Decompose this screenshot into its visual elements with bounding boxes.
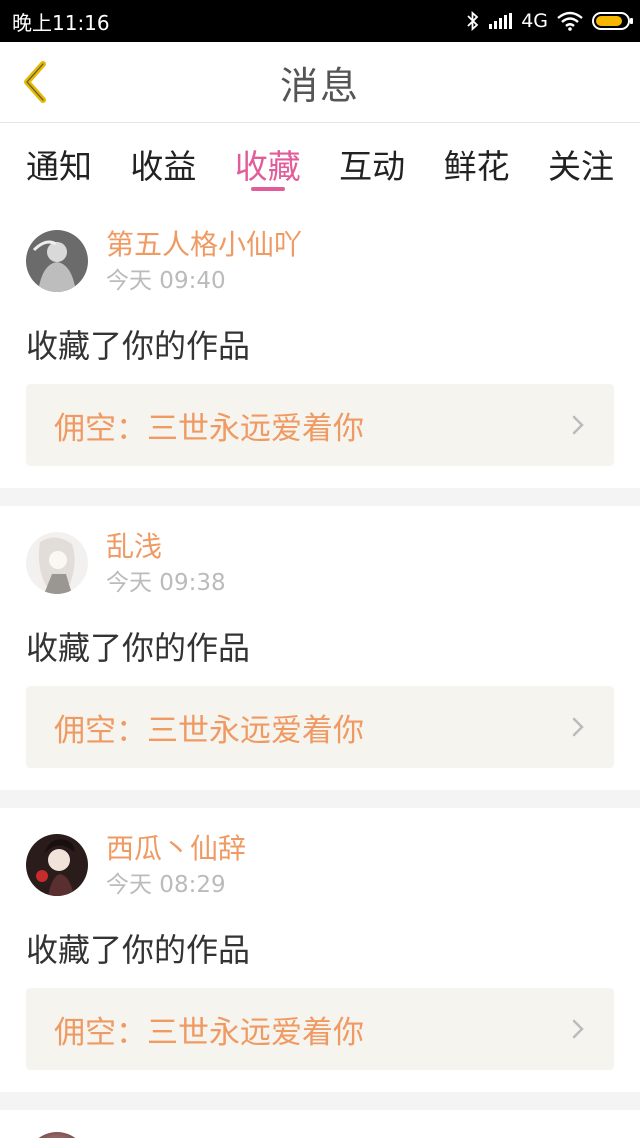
chevron-right-icon (572, 1019, 584, 1039)
tab-flowers[interactable]: 鲜花 (444, 123, 510, 205)
tab-notifications[interactable]: 通知 (26, 123, 92, 205)
chevron-left-icon (24, 61, 46, 103)
username[interactable]: 西瓜丶仙辞 (106, 830, 246, 868)
network-type: 4G (521, 10, 548, 32)
username[interactable]: 第五人格小仙吖 (106, 226, 302, 264)
battery-icon (592, 12, 633, 30)
tab-bar: 通知 收益 收藏 互动 鲜花 关注 (0, 122, 640, 204)
list-item (0, 1110, 640, 1138)
tab-earnings[interactable]: 收益 (130, 123, 196, 205)
battery-level (596, 16, 622, 26)
work-link[interactable]: 佣空：三世永远爱着你 (26, 988, 614, 1070)
title-bar: 消息 (0, 42, 640, 122)
action-text: 收藏了你的作品 (26, 931, 251, 969)
work-title: 佣空：三世永远爱着你 (54, 712, 364, 749)
list-item: 西瓜丶仙辞 今天 08:29 收藏了你的作品 佣空：三世永远爱着你 (0, 808, 640, 1092)
avatar[interactable] (26, 230, 88, 292)
message-list: 第五人格小仙吖 今天 09:40 收藏了你的作品 佣空：三世永远爱着你 乱浅 今… (0, 204, 640, 1138)
work-link[interactable]: 佣空：三世永远爱着你 (26, 384, 614, 466)
status-time: 晚上11:16 (12, 10, 110, 35)
tab-interactions[interactable]: 互动 (339, 123, 405, 205)
username[interactable]: 乱浅 (106, 528, 226, 566)
tab-follows[interactable]: 关注 (548, 123, 614, 205)
status-bar: 晚上11:16 4G (0, 0, 640, 42)
tab-favorites[interactable]: 收藏 (235, 123, 301, 205)
work-title: 佣空：三世永远爱着你 (54, 1014, 364, 1051)
list-item: 乱浅 今天 09:38 收藏了你的作品 佣空：三世永远爱着你 (0, 506, 640, 790)
page-title: 消息 (279, 63, 360, 108)
avatar[interactable] (26, 834, 88, 896)
action-text: 收藏了你的作品 (26, 629, 251, 667)
avatar[interactable] (26, 532, 88, 594)
chevron-right-icon (572, 717, 584, 737)
list-item: 第五人格小仙吖 今天 09:40 收藏了你的作品 佣空：三世永远爱着你 (0, 204, 640, 488)
work-title: 佣空：三世永远爱着你 (54, 410, 364, 447)
timestamp: 今天 08:29 (106, 872, 226, 898)
timestamp: 今天 09:38 (106, 570, 226, 596)
work-link[interactable]: 佣空：三世永远爱着你 (26, 686, 614, 768)
bluetooth-icon (467, 11, 479, 31)
wifi-icon (557, 11, 583, 31)
chevron-right-icon (572, 415, 584, 435)
action-text: 收藏了你的作品 (26, 327, 251, 365)
back-button[interactable] (14, 58, 54, 106)
status-icons: 4G (466, 10, 633, 32)
timestamp: 今天 09:40 (106, 268, 226, 294)
signal-icon (489, 13, 513, 29)
avatar[interactable] (26, 1132, 88, 1138)
